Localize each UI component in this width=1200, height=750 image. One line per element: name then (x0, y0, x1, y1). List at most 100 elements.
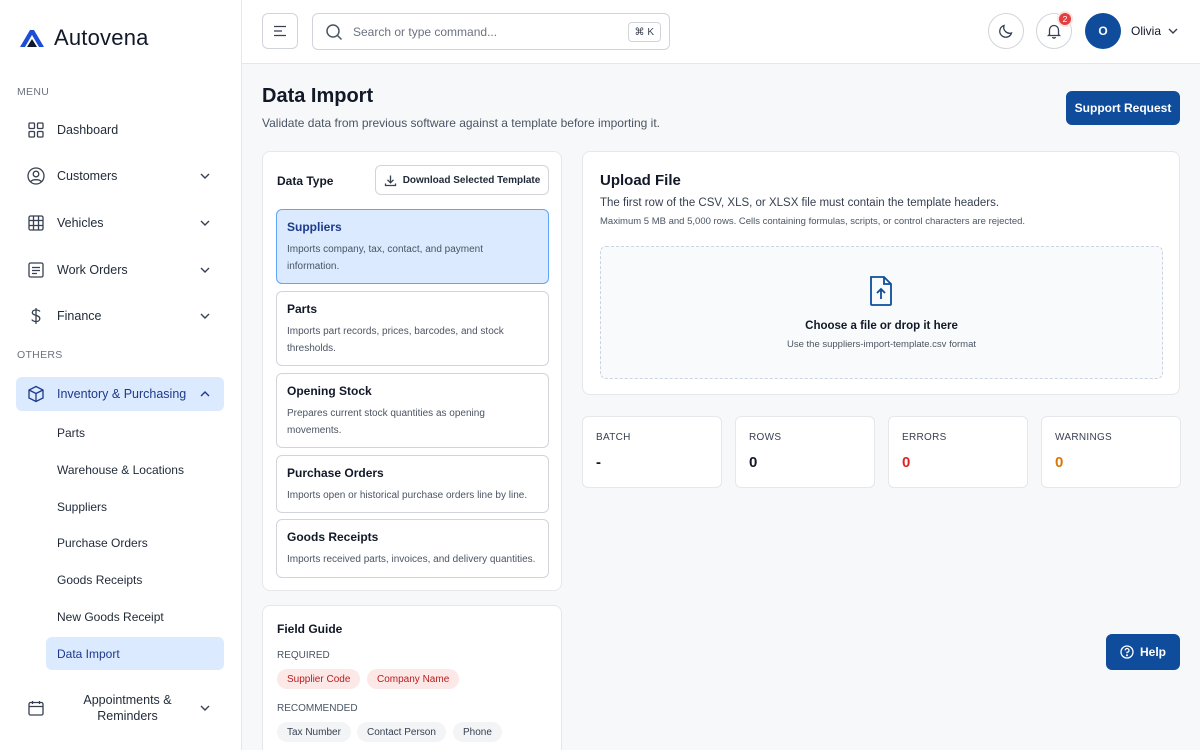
sidebar-item-work-orders[interactable]: Work Orders (16, 253, 224, 287)
moon-icon (999, 24, 1013, 38)
search-bar[interactable]: ⌘ K (312, 13, 670, 50)
chevron-down-icon[interactable] (1167, 25, 1179, 37)
field-guide-title: Field Guide (277, 622, 343, 636)
sidebar: Autovena MENU Dashboard Customers Vehicl… (0, 0, 242, 750)
user-circle-icon (26, 166, 46, 186)
box-icon (26, 384, 46, 404)
sidebar-item-appointments-reminders[interactable]: Appointments & Reminders (16, 688, 224, 728)
required-field-chip: Company Name (367, 669, 460, 689)
grid-icon (26, 120, 46, 140)
avatar[interactable]: O (1085, 13, 1121, 49)
sidebar-item-customers[interactable]: Customers (16, 159, 224, 193)
data-type-option-suppliers[interactable]: Suppliers Imports company, tax, contact,… (276, 209, 549, 284)
stat-label: WARNINGS (1055, 432, 1113, 443)
recommended-field-chip: Phone (453, 722, 502, 742)
sidebar-subitem-purchase-orders[interactable]: Purchase Orders (46, 527, 224, 559)
brand-logo[interactable]: Autovena (18, 25, 149, 51)
stat-value: 0 (1055, 454, 1064, 471)
data-type-option-goods-receipts[interactable]: Goods Receipts Imports received parts, i… (276, 519, 549, 578)
sidebar-subitem-goods-receipts[interactable]: Goods Receipts (46, 564, 224, 596)
theme-toggle-button[interactable] (988, 13, 1024, 49)
sidebar-item-inventory-purchasing[interactable]: Inventory & Purchasing (16, 377, 224, 411)
option-title: Goods Receipts (287, 530, 379, 544)
menu-section-label: MENU (17, 86, 50, 98)
sidebar-item-label: Inventory & Purchasing (57, 387, 187, 401)
upload-subtitle: The first row of the CSV, XLS, or XLSX f… (600, 197, 1000, 209)
download-template-button[interactable]: Download Selected Template (375, 165, 549, 195)
notifications-button[interactable]: 2 (1036, 11, 1073, 49)
required-label: REQUIRED (277, 650, 330, 661)
data-type-option-purchase-orders[interactable]: Purchase Orders Imports open or historic… (276, 455, 549, 513)
sidebar-subitem-new-goods-receipt[interactable]: New Goods Receipt (46, 601, 224, 633)
sidebar-item-vehicles[interactable]: Vehicles (16, 206, 224, 240)
recommended-field-chip: Tax Number (277, 722, 351, 742)
sidebar-subitem-parts[interactable]: Parts (46, 417, 224, 449)
sidebar-subitem-warehouse-locations[interactable]: Warehouse & Locations (46, 454, 224, 486)
upload-limits: Maximum 5 MB and 5,000 rows. Cells conta… (600, 216, 1026, 227)
sidebar-subitem-suppliers[interactable]: Suppliers (46, 491, 224, 523)
help-label: Help (1139, 645, 1166, 659)
option-description: Imports company, tax, contact, and payme… (287, 244, 484, 272)
upload-title: Upload File (600, 172, 681, 189)
data-type-title: Data Type (277, 174, 334, 188)
sidebar-item-label: Vehicles (57, 216, 104, 230)
option-description: Imports received parts, invoices, and de… (287, 554, 536, 565)
dropzone-hint: Use the suppliers-import-template.csv fo… (786, 339, 976, 350)
stat-label: ERRORS (902, 432, 947, 443)
sidebar-item-label: Dashboard (57, 123, 119, 137)
chevron-down-icon (198, 309, 212, 323)
search-input[interactable] (353, 24, 613, 39)
menu-icon (274, 25, 286, 37)
sidebar-subitem-data-import[interactable]: Data Import (46, 637, 224, 670)
stat-value: - (596, 454, 601, 471)
option-description: Prepares current stock quantities as ope… (287, 408, 485, 436)
list-icon (26, 260, 46, 280)
sidebar-item-label: Finance (57, 309, 102, 323)
chevron-down-icon (198, 263, 212, 277)
option-title: Suppliers (287, 220, 342, 234)
support-request-button[interactable]: Support Request (1066, 91, 1180, 125)
stat-label: BATCH (596, 432, 631, 443)
stat-card-warnings: WARNINGS 0 (1041, 416, 1181, 488)
recommended-label: RECOMMENDED (277, 703, 358, 714)
stat-label: ROWS (749, 432, 782, 443)
help-button[interactable]: Help (1106, 634, 1180, 670)
stat-value: 0 (749, 454, 758, 471)
autovena-logo-icon (20, 30, 44, 47)
others-section-label: OTHERS (17, 349, 63, 361)
help-circle-icon (1120, 645, 1134, 659)
page-title: Data Import (262, 85, 374, 107)
table-icon (26, 213, 46, 233)
download-template-label: Download Selected Template (402, 174, 541, 186)
option-description: Imports part records, prices, barcodes, … (287, 326, 504, 354)
stat-card-rows: ROWS 0 (735, 416, 875, 488)
option-title: Purchase Orders (287, 466, 384, 480)
chevron-down-icon (198, 701, 212, 715)
user-name[interactable]: Olivia (1131, 24, 1161, 38)
file-dropzone[interactable]: Choose a file or drop it here Use the su… (600, 246, 1163, 379)
page-subtitle: Validate data from previous software aga… (262, 116, 660, 130)
data-type-option-opening-stock[interactable]: Opening Stock Prepares current stock qua… (276, 373, 549, 448)
option-description: Imports open or historical purchase orde… (287, 490, 528, 501)
sidebar-item-label: Customers (57, 169, 118, 183)
data-type-option-parts[interactable]: Parts Imports part records, prices, barc… (276, 291, 549, 366)
data-type-card: Data Type Download Selected Template Sup… (262, 151, 562, 591)
dollar-icon (26, 306, 46, 326)
search-icon (326, 23, 343, 40)
option-title: Opening Stock (287, 384, 372, 398)
recommended-field-chip: Contact Person (357, 722, 446, 742)
field-guide-card: Field Guide REQUIRED Supplier Code Compa… (262, 605, 562, 750)
sidebar-toggle-button[interactable] (262, 13, 298, 49)
topbar: ⌘ K 2 O Olivia (242, 0, 1200, 64)
brand-name: Autovena (54, 25, 149, 50)
stat-card-errors: ERRORS 0 (888, 416, 1028, 488)
search-shortcut-badge: ⌘ K (627, 22, 661, 42)
download-icon (384, 175, 396, 186)
notification-count-badge: 2 (1057, 11, 1073, 27)
sidebar-item-label: Appointments & Reminders (83, 693, 172, 723)
stat-value: 0 (902, 454, 911, 471)
stat-card-batch: BATCH - (582, 416, 722, 488)
sidebar-item-finance[interactable]: Finance (16, 299, 224, 333)
sidebar-item-dashboard[interactable]: Dashboard (16, 113, 224, 147)
chevron-down-icon (198, 216, 212, 230)
